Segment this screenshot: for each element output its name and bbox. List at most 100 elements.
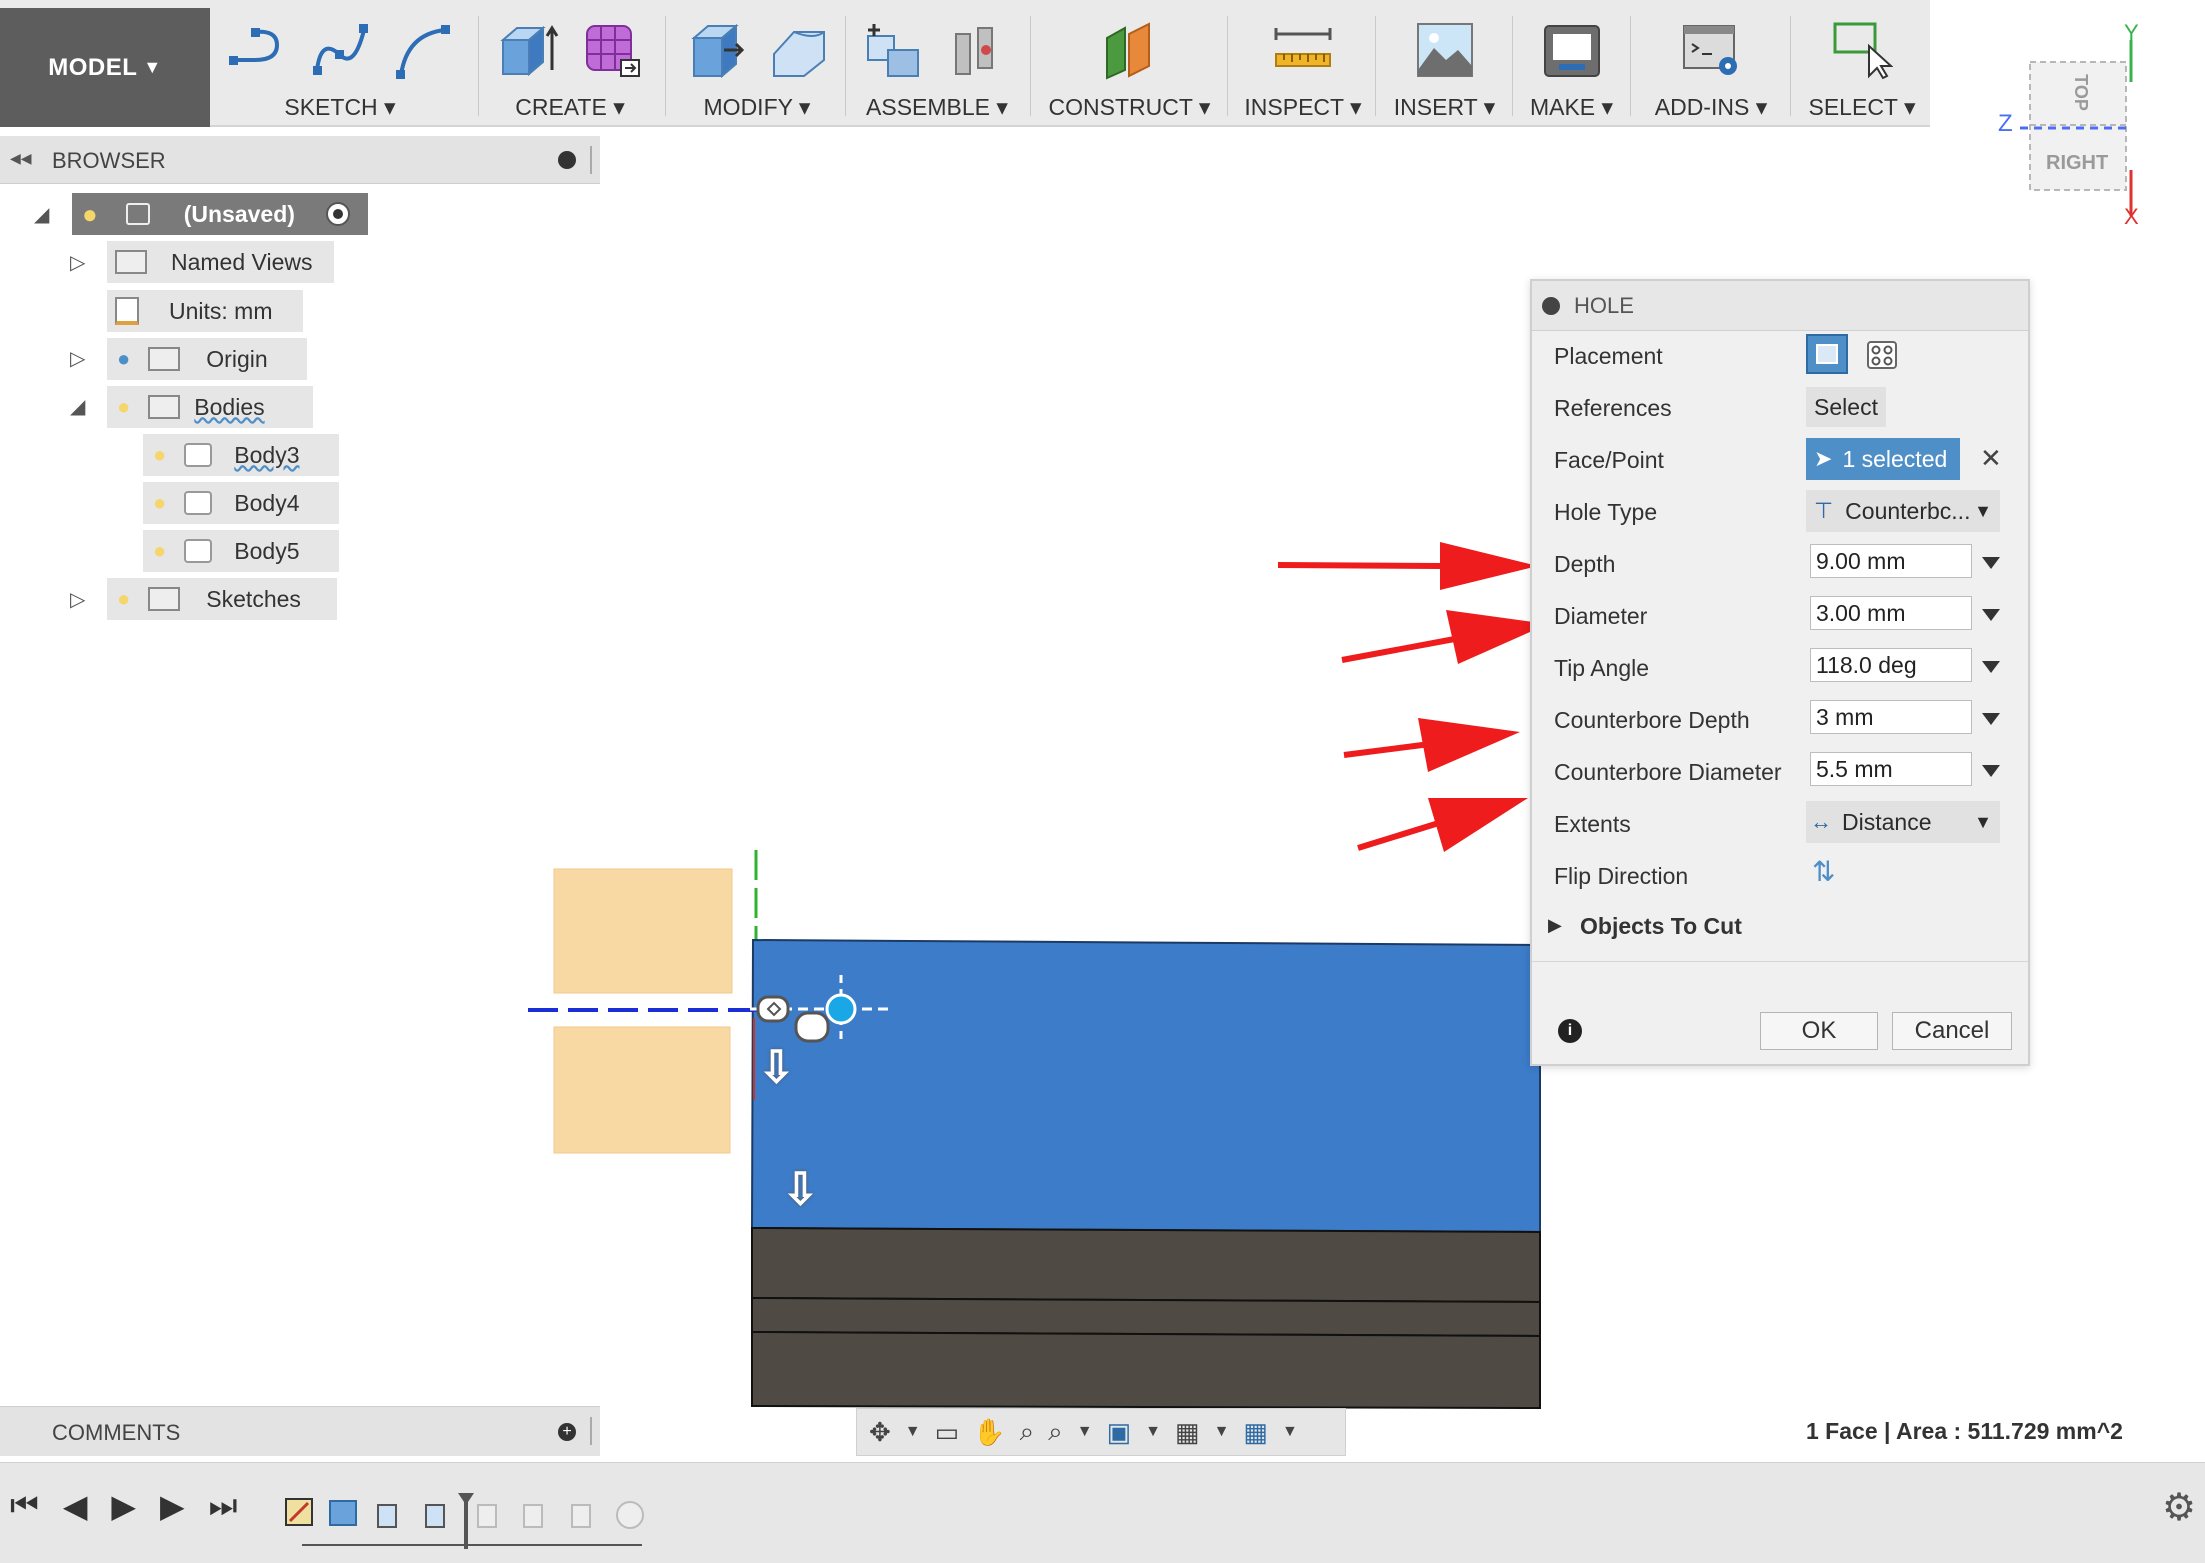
viewports-icon[interactable]: ▦ (1243, 1417, 1268, 1448)
workspace-switcher-button[interactable]: MODEL ▼ (0, 8, 210, 127)
depth-dropdown-icon[interactable] (1982, 557, 2000, 569)
hole-point-manipulator[interactable] (740, 975, 900, 1045)
collapse-triangle-icon[interactable]: ◢ (70, 394, 85, 419)
chevron-down-icon[interactable]: ▼ (1214, 1423, 1230, 1441)
select-cursor-icon[interactable] (1831, 20, 1893, 80)
zoom-icon[interactable]: ⌕ (1020, 1416, 1035, 1448)
diameter-dropdown-icon[interactable] (1982, 609, 2000, 621)
scripts-icon[interactable] (1680, 20, 1742, 80)
info-icon[interactable]: i (1558, 1019, 1582, 1043)
direction-arrow-down-icon[interactable]: ⇩ (758, 1046, 795, 1090)
hole-dialog-header[interactable]: HOLE (1532, 281, 2028, 331)
direction-arrow-down-icon[interactable]: ⇩ (782, 1168, 819, 1212)
counterbore-depth-dropdown-icon[interactable] (1982, 713, 2000, 725)
step-back-icon[interactable]: ◀ (63, 1487, 88, 1525)
comments-panel-header[interactable]: COMMENTS + (0, 1406, 600, 1456)
plus-circle-icon[interactable]: + (558, 1423, 576, 1441)
pan-hand-icon[interactable]: ✋ (973, 1417, 1005, 1448)
zoom-window-icon[interactable]: ⌕ (1048, 1416, 1063, 1448)
chevron-down-icon[interactable]: ▼ (1282, 1423, 1298, 1441)
arc-icon[interactable] (393, 20, 455, 80)
make-menu[interactable]: MAKE ▾ (1514, 8, 1629, 127)
lightbulb-icon[interactable]: ● (153, 538, 166, 564)
play-icon[interactable]: ▶ (111, 1487, 136, 1525)
lightbulb-icon[interactable]: ● (153, 490, 166, 516)
insert-menu[interactable]: INSERT ▾ (1377, 8, 1512, 127)
create-menu[interactable]: CREATE ▾ (480, 8, 660, 127)
lightbulb-icon[interactable]: ● (82, 199, 98, 230)
references-select-button[interactable]: Select (1806, 387, 1886, 427)
counterbore-diameter-dropdown-icon[interactable] (1982, 765, 2000, 777)
hole-type-dropdown[interactable]: ⊤ Counterbc... ▼ (1806, 490, 2000, 532)
multiple-holes-placement-button[interactable] (1862, 334, 1902, 374)
go-to-end-icon[interactable]: ⏭ (209, 1487, 238, 1525)
tree-item-units[interactable]: Units: mm (107, 290, 303, 332)
tree-item-sketches[interactable]: ● Sketches (107, 578, 337, 620)
extrude-icon[interactable] (497, 20, 559, 80)
minus-circle-icon[interactable] (1542, 296, 1560, 315)
joint-icon[interactable] (948, 20, 1010, 80)
lightbulb-icon[interactable]: ● (117, 586, 130, 612)
expand-triangle-icon[interactable]: ▷ (70, 250, 85, 275)
tree-item-origin[interactable]: ● Origin (107, 338, 307, 380)
lightbulb-icon[interactable]: ● (117, 346, 130, 372)
tree-item-root[interactable]: ● (Unsaved) (72, 193, 368, 235)
step-forward-icon[interactable]: ▶ (160, 1487, 185, 1525)
form-icon[interactable] (581, 20, 643, 80)
spline-icon[interactable] (309, 20, 371, 80)
tree-item-body5[interactable]: ● Body5 (143, 530, 339, 572)
flip-direction-icon[interactable]: ⇅ (1812, 855, 1835, 888)
orbit-icon[interactable]: ✥ (869, 1417, 891, 1448)
clear-selection-close-icon[interactable]: ✕ (1980, 443, 2002, 474)
insert-image-icon[interactable] (1414, 20, 1476, 80)
assemble-menu[interactable]: ASSEMBLE ▾ (847, 8, 1027, 127)
collapse-panel-icon[interactable]: ◀◀ (10, 150, 32, 167)
new-component-icon[interactable] (864, 20, 926, 80)
lightbulb-icon[interactable]: ● (117, 394, 130, 420)
construct-plane-icon[interactable] (1099, 20, 1161, 80)
grid-icon[interactable]: ▦ (1175, 1417, 1200, 1448)
chevron-down-icon[interactable]: ▼ (1145, 1423, 1161, 1441)
measure-icon[interactable] (1272, 20, 1334, 80)
tree-item-named-views[interactable]: Named Views (107, 241, 334, 283)
diameter-input[interactable]: 3.00 mm (1810, 596, 1972, 630)
press-pull-icon[interactable] (684, 20, 746, 80)
view-cube-top-face[interactable]: TOP (2070, 74, 2091, 111)
graphics-canvas[interactable] (500, 840, 1560, 1420)
minus-circle-icon[interactable] (558, 151, 576, 169)
look-at-icon[interactable]: ▭ (935, 1417, 960, 1448)
line-icon[interactable] (225, 20, 287, 80)
extents-dropdown[interactable]: ↔ Distance ▼ (1806, 801, 2000, 843)
add-ins-menu[interactable]: ADD-INS ▾ (1632, 8, 1790, 127)
counterbore-diameter-input[interactable]: 5.5 mm (1810, 752, 1972, 786)
tree-item-body4[interactable]: ● Body4 (143, 482, 339, 524)
3d-print-icon[interactable] (1541, 20, 1603, 80)
view-cube[interactable]: Y Z X TOP RIGHT (1990, 20, 2150, 230)
face-point-selection[interactable]: ➤ 1 selected (1806, 438, 1960, 480)
ok-button[interactable]: OK (1760, 1012, 1878, 1050)
modify-menu[interactable]: MODIFY ▾ (667, 8, 847, 127)
collapse-triangle-icon[interactable]: ◢ (34, 202, 49, 227)
tree-item-bodies[interactable]: ● Bodies (107, 386, 313, 428)
cancel-button[interactable]: Cancel (1892, 1012, 2012, 1050)
display-settings-icon[interactable]: ▣ (1107, 1417, 1132, 1448)
lightbulb-icon[interactable]: ● (153, 442, 166, 468)
view-cube-right-face[interactable]: RIGHT (2046, 152, 2108, 175)
construct-menu[interactable]: CONSTRUCT ▾ (1032, 8, 1227, 127)
objects-to-cut-label[interactable]: Objects To Cut (1580, 913, 1742, 940)
go-to-start-icon[interactable]: ⏮ (10, 1487, 39, 1525)
sketch-menu[interactable]: SKETCH ▾ (220, 8, 460, 127)
fillet-icon[interactable] (768, 20, 830, 80)
tip-angle-dropdown-icon[interactable] (1982, 661, 2000, 673)
single-hole-placement-button[interactable] (1806, 334, 1848, 374)
tree-item-body3[interactable]: ● Body3 (143, 434, 339, 476)
counterbore-depth-input[interactable]: 3 mm (1810, 700, 1972, 734)
inspect-menu[interactable]: INSPECT ▾ (1229, 8, 1377, 127)
browser-panel-header[interactable]: ◀◀ BROWSER (0, 136, 600, 184)
depth-input[interactable]: 9.00 mm (1810, 544, 1972, 578)
expand-triangle-icon[interactable]: ▷ (70, 587, 85, 612)
gear-icon[interactable]: ⚙ (2162, 1485, 2196, 1530)
expand-triangle-icon[interactable]: ▶ (1548, 915, 1562, 936)
chevron-down-icon[interactable]: ▼ (905, 1423, 921, 1441)
expand-triangle-icon[interactable]: ▷ (70, 346, 85, 371)
